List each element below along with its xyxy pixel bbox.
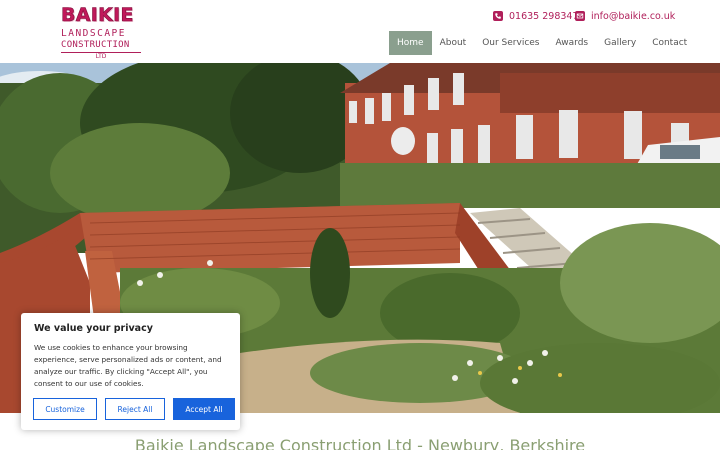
logo-line-ltd: LTD: [95, 53, 107, 60]
nav-gallery[interactable]: Gallery: [596, 31, 644, 55]
cookie-buttons: Customize Reject All Accept All: [33, 398, 235, 420]
logo-wordmark: BAIKIE: [61, 4, 134, 26]
customize-button[interactable]: Customize: [33, 398, 97, 420]
nav-our-services[interactable]: Our Services: [474, 31, 547, 55]
accept-all-button[interactable]: Accept All: [173, 398, 235, 420]
logo-line-construction: CONSTRUCTION: [61, 40, 130, 50]
nav-awards[interactable]: Awards: [548, 31, 597, 55]
phone-number: 01635 298347: [509, 10, 579, 22]
cookie-consent-banner: We value your privacy We use cookies to …: [21, 313, 240, 430]
logo-line-landscape: LANDSCAPE: [61, 28, 126, 39]
site-header: BAIKIE LANDSCAPE CONSTRUCTION LTD 01635 …: [0, 0, 720, 63]
nav-about[interactable]: About: [432, 31, 475, 55]
phone-link[interactable]: 01635 298347: [493, 9, 579, 23]
email-address: info@baikie.co.uk: [591, 10, 676, 22]
site-logo[interactable]: BAIKIE LANDSCAPE CONSTRUCTION LTD: [61, 4, 141, 60]
nav-home[interactable]: Home: [389, 31, 432, 55]
envelope-icon: [575, 11, 585, 21]
page-tagline: Baikie Landscape Construction Ltd - Newb…: [134, 436, 586, 450]
main-nav: Home About Our Services Awards Gallery C…: [389, 31, 695, 55]
cookie-text: We use cookies to enhance your browsing …: [34, 343, 222, 388]
email-link[interactable]: info@baikie.co.uk: [575, 9, 675, 23]
nav-contact[interactable]: Contact: [644, 31, 695, 55]
phone-icon: [493, 11, 503, 21]
cookie-title: We value your privacy: [34, 323, 153, 334]
reject-all-button[interactable]: Reject All: [105, 398, 165, 420]
